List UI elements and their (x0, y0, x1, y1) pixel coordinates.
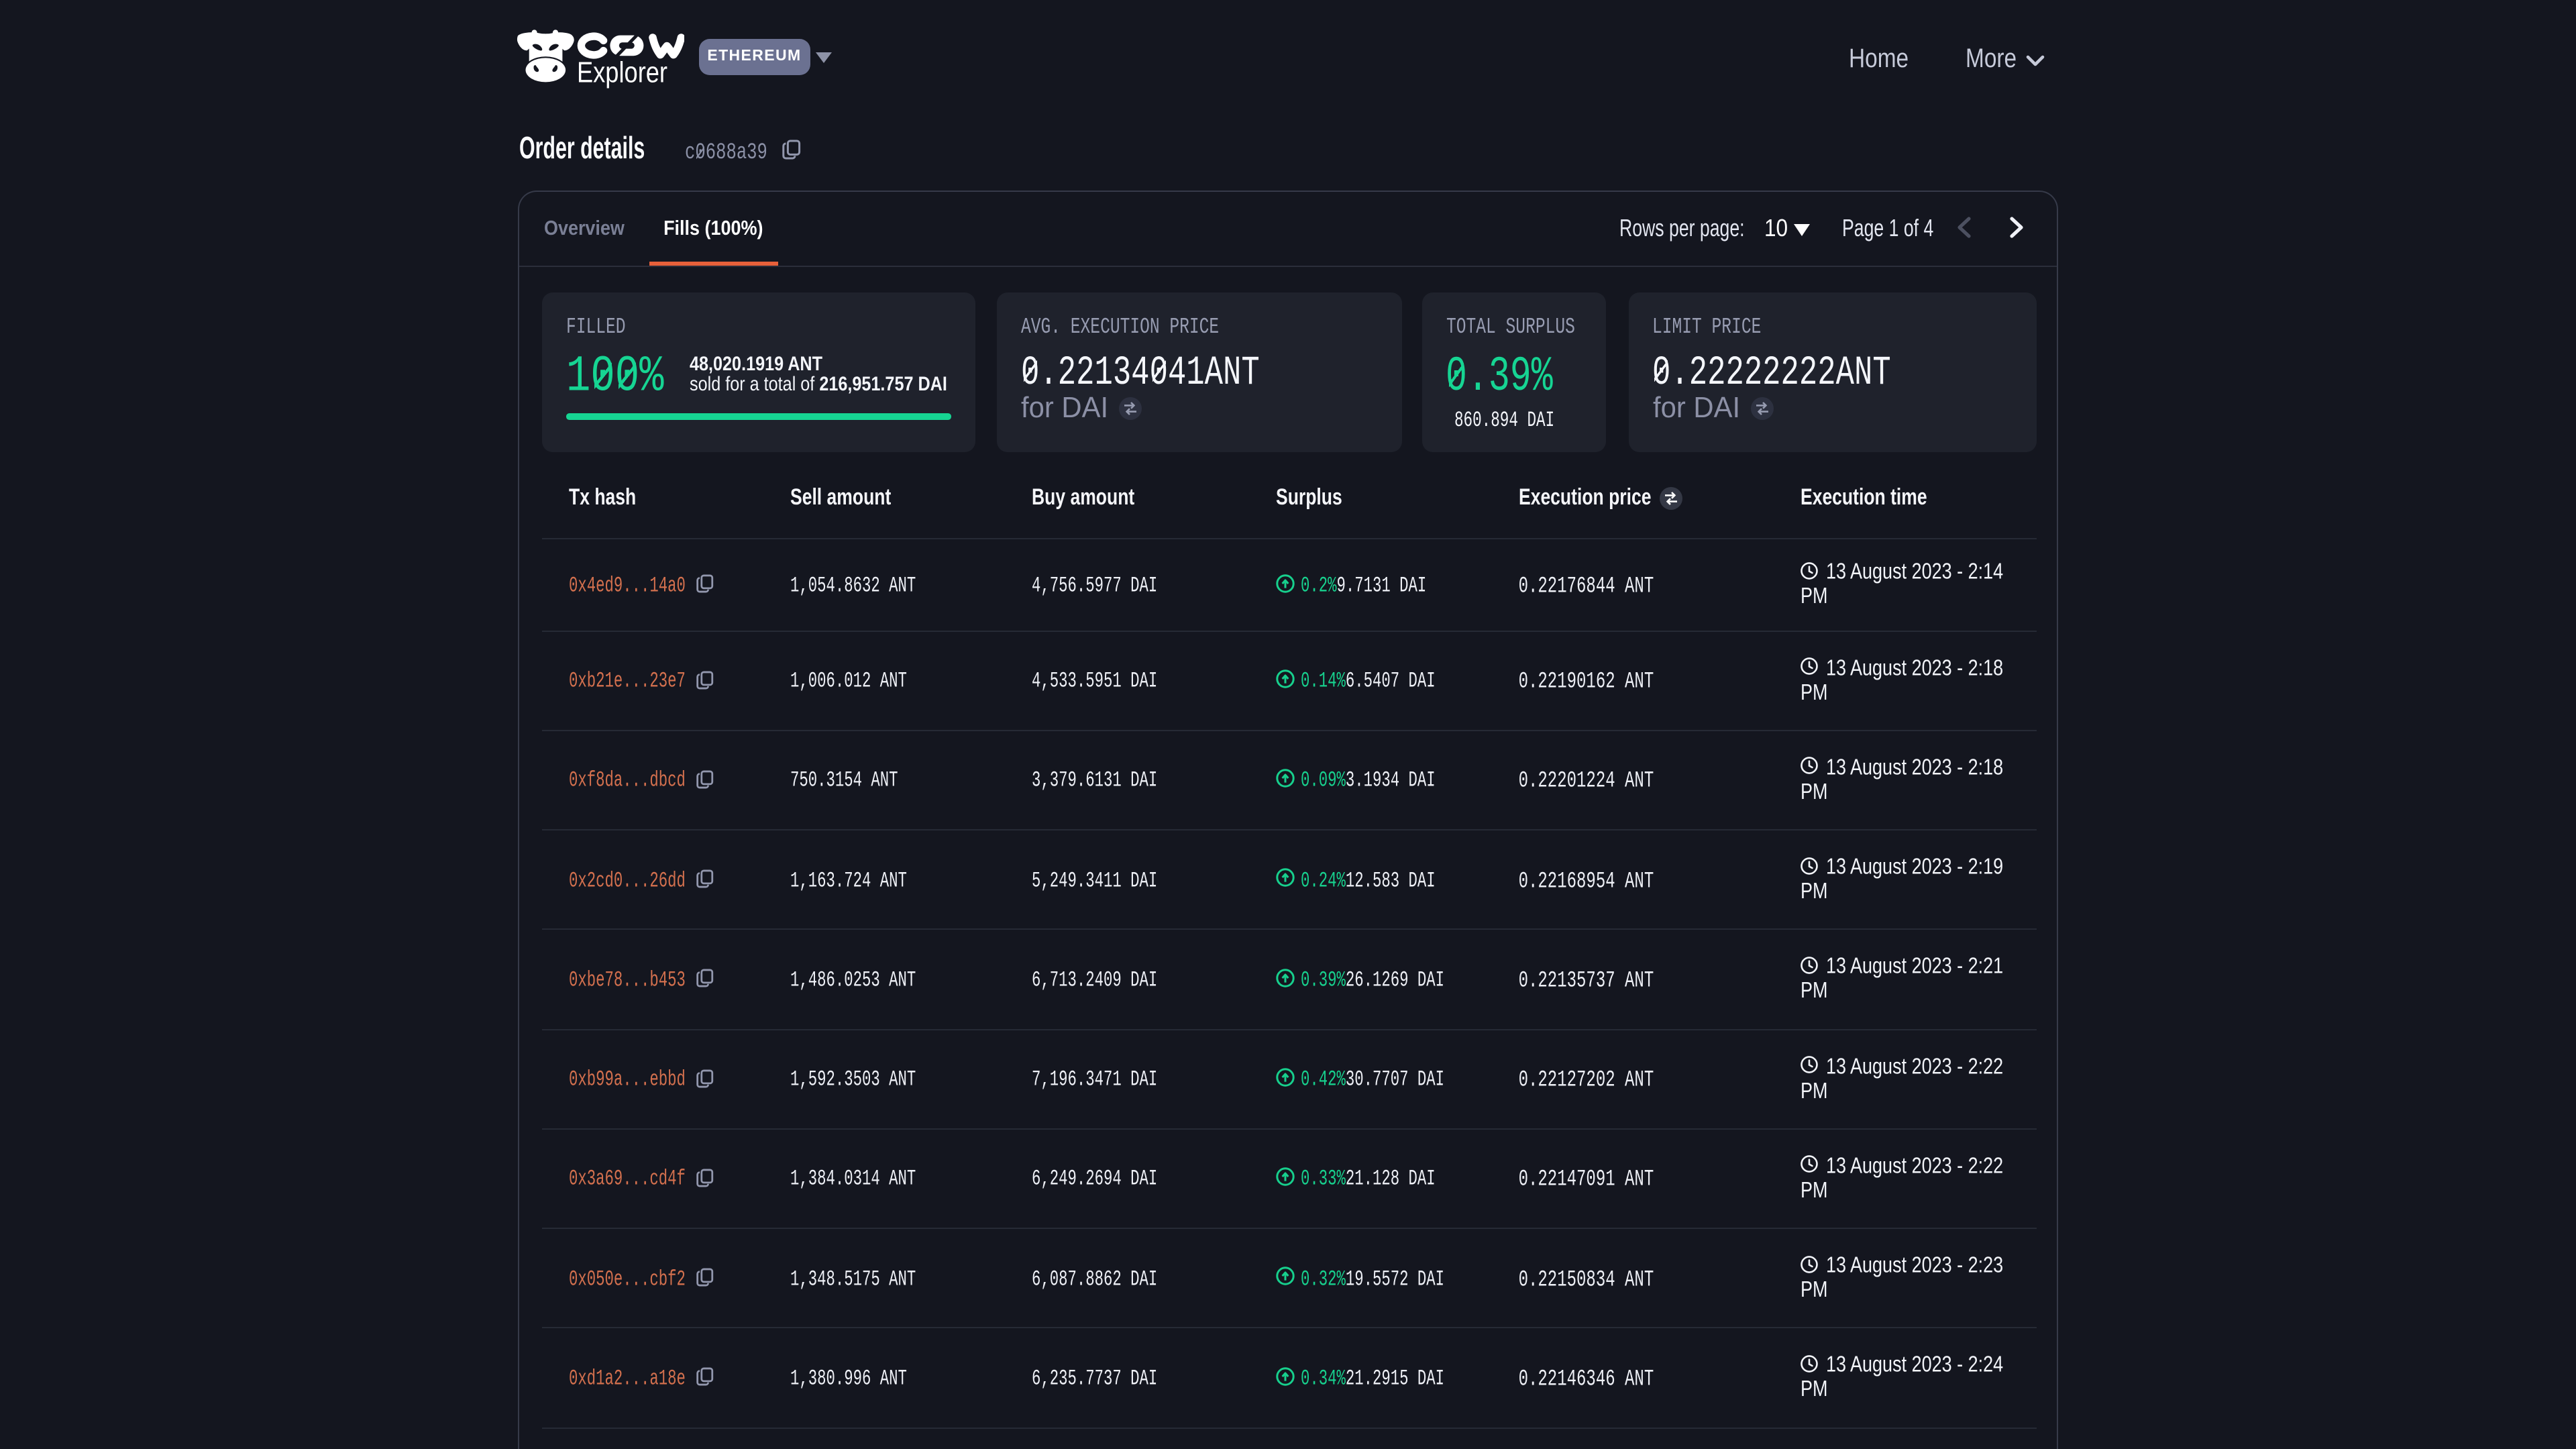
svg-text:Explorer: Explorer (577, 56, 667, 89)
